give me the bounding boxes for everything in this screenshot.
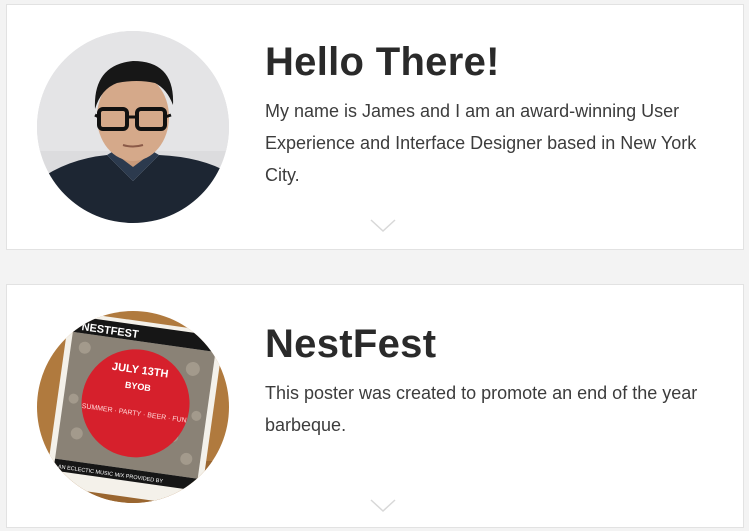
- project-title: NestFest: [265, 322, 437, 366]
- page: Hello There! My name is James and I am a…: [0, 0, 749, 531]
- project-description: This poster was created to promote an en…: [265, 383, 698, 435]
- chevron-down-icon[interactable]: [370, 499, 396, 513]
- portrait-avatar: [37, 31, 229, 223]
- chevron-down-icon[interactable]: [370, 219, 396, 233]
- intro-card[interactable]: Hello There! My name is James and I am a…: [6, 4, 744, 250]
- portrait-image: [37, 31, 229, 223]
- poster-avatar: NESTFEST JULY 13TH BYOB SUMMER · PARTY ·…: [37, 311, 229, 503]
- project-card[interactable]: NESTFEST JULY 13TH BYOB SUMMER · PARTY ·…: [6, 284, 744, 528]
- poster-image: NESTFEST JULY 13TH BYOB SUMMER · PARTY ·…: [37, 311, 229, 503]
- intro-title: Hello There!: [265, 40, 500, 84]
- intro-description: My name is James and I am an award-winni…: [265, 101, 697, 185]
- intro-text: Hello There! My name is James and I am a…: [265, 39, 725, 191]
- project-text: NestFest This poster was created to prom…: [265, 321, 725, 441]
